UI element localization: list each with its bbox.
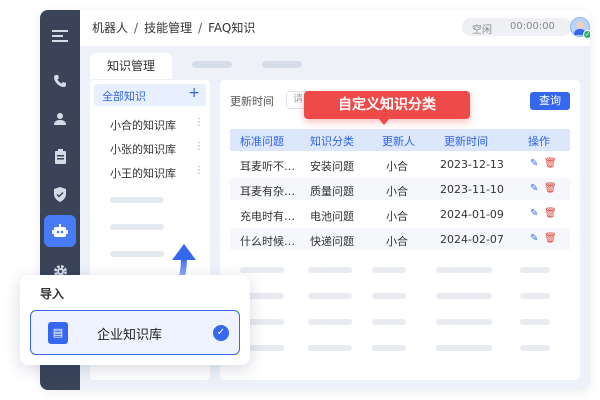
col-header: 更新时间 [444, 135, 488, 148]
custom-category-banner: 自定义知识分类 [304, 91, 470, 119]
tree-item[interactable]: 小王的知识库 [110, 165, 176, 181]
breadcrumb-robot[interactable]: 机器人 [92, 21, 128, 35]
import-title: 导入 [40, 287, 65, 301]
edit-icon[interactable]: ✎ [530, 158, 538, 169]
col-header: 更新人 [382, 135, 415, 148]
table-row[interactable]: 充电时有… 电池问题 小合 2024-01-09 ✎ 🗑 [230, 203, 570, 225]
table-row[interactable]: 耳麦听不… 安装问题 小合 2023-12-13 ✎ 🗑 [230, 153, 570, 175]
tab-placeholder[interactable] [262, 61, 302, 68]
cell-category: 质量问题 [310, 185, 354, 198]
tree-placeholder [110, 224, 164, 230]
import-popup: 导入 ▤ 企业知识库 ✓ [20, 275, 250, 365]
clipboard-icon[interactable] [44, 140, 76, 172]
cell-time: 2024-01-09 [440, 208, 504, 221]
cell-user: 小合 [386, 160, 408, 173]
tree-placeholder [110, 197, 164, 203]
more-icon[interactable]: ⋮ [194, 117, 204, 128]
cell-category: 安装问题 [310, 160, 354, 173]
shield-icon[interactable] [44, 178, 76, 210]
menu-icon[interactable] [44, 20, 76, 52]
trash-icon[interactable]: 🗑 [544, 158, 557, 169]
cell-question: 耳麦有杂… [240, 185, 295, 198]
user-icon[interactable] [44, 103, 76, 135]
breadcrumb-faq: FAQ知识 [208, 21, 256, 35]
table-row[interactable]: 什么时候… 快递问题 小合 2024-02-07 ✎ 🗑 [230, 228, 570, 250]
tab-knowledge-management[interactable]: 知识管理 [90, 53, 172, 79]
table-header: 标准问题 知识分类 更新人 更新时间 操作 [230, 129, 570, 151]
cell-user: 小合 [386, 210, 408, 223]
trash-icon[interactable]: 🗑 [544, 208, 557, 219]
breadcrumb-separator: / [198, 21, 203, 35]
faq-table-panel: 更新时间 请 查询 标准问题 知识分类 更新人 更新时间 操作 耳麦听不… 安装… [220, 80, 580, 380]
breadcrumb-skill[interactable]: 技能管理 [144, 21, 192, 35]
phone-icon[interactable] [44, 65, 76, 97]
status-state: 空闲 [472, 25, 492, 36]
cell-category: 快递问题 [310, 235, 354, 248]
top-bar: 机器人/技能管理/FAQ知识 空闲 00:00:00 ✓ ⏻ [80, 10, 590, 46]
tree-all-label: 全部知识 [102, 90, 146, 103]
tree-item[interactable]: 小张的知识库 [110, 141, 176, 157]
tree-item-all[interactable]: 全部知识 + [94, 84, 206, 106]
cell-user: 小合 [386, 235, 408, 248]
table-row[interactable]: 耳麦有杂… 质量问题 小合 2023-11-10 ✎ 🗑 [230, 178, 570, 200]
edit-icon[interactable]: ✎ [530, 208, 538, 219]
breadcrumb: 机器人 / 技能管理 / FAQ知识 [92, 19, 255, 36]
edit-icon[interactable]: ✎ [530, 183, 538, 194]
robot-icon[interactable] [44, 215, 76, 247]
add-category-button[interactable]: + [188, 85, 200, 101]
cell-question: 耳麦听不… [240, 160, 295, 173]
edit-icon[interactable]: ✎ [530, 233, 538, 244]
agent-status[interactable]: 空闲 00:00:00 [462, 18, 572, 36]
more-icon[interactable]: ⋮ [194, 141, 204, 152]
trash-icon[interactable]: 🗑 [544, 183, 557, 194]
col-header: 操作 [528, 135, 550, 148]
enterprise-kb-option[interactable]: ▤ 企业知识库 ✓ [30, 310, 240, 355]
cell-time: 2023-12-13 [440, 158, 504, 171]
cell-question: 什么时候… [240, 235, 295, 248]
banner-pointer [378, 118, 390, 125]
breadcrumb-separator: / [134, 21, 139, 35]
cell-time: 2024-02-07 [440, 233, 504, 246]
tab-placeholder[interactable] [192, 61, 232, 68]
cell-user: 小合 [386, 185, 408, 198]
query-button[interactable]: 查询 [530, 92, 570, 110]
trash-icon[interactable]: 🗑 [544, 233, 557, 244]
cell-question: 充电时有… [240, 210, 295, 223]
avatar[interactable]: ✓ [570, 17, 590, 39]
tree-item[interactable]: 小合的知识库 [110, 117, 176, 133]
status-timer: 00:00:00 [510, 21, 555, 32]
check-icon: ✓ [213, 325, 229, 341]
more-icon[interactable]: ⋮ [194, 165, 204, 176]
cell-time: 2023-11-10 [440, 183, 504, 196]
filter-label: 更新时间 [230, 95, 274, 108]
col-header: 标准问题 [240, 135, 284, 148]
online-check-icon: ✓ [583, 30, 590, 39]
book-icon: ▤ [48, 322, 68, 344]
cell-category: 电池问题 [310, 210, 354, 223]
col-header: 知识分类 [310, 135, 354, 148]
enterprise-kb-label: 企业知识库 [97, 328, 163, 343]
